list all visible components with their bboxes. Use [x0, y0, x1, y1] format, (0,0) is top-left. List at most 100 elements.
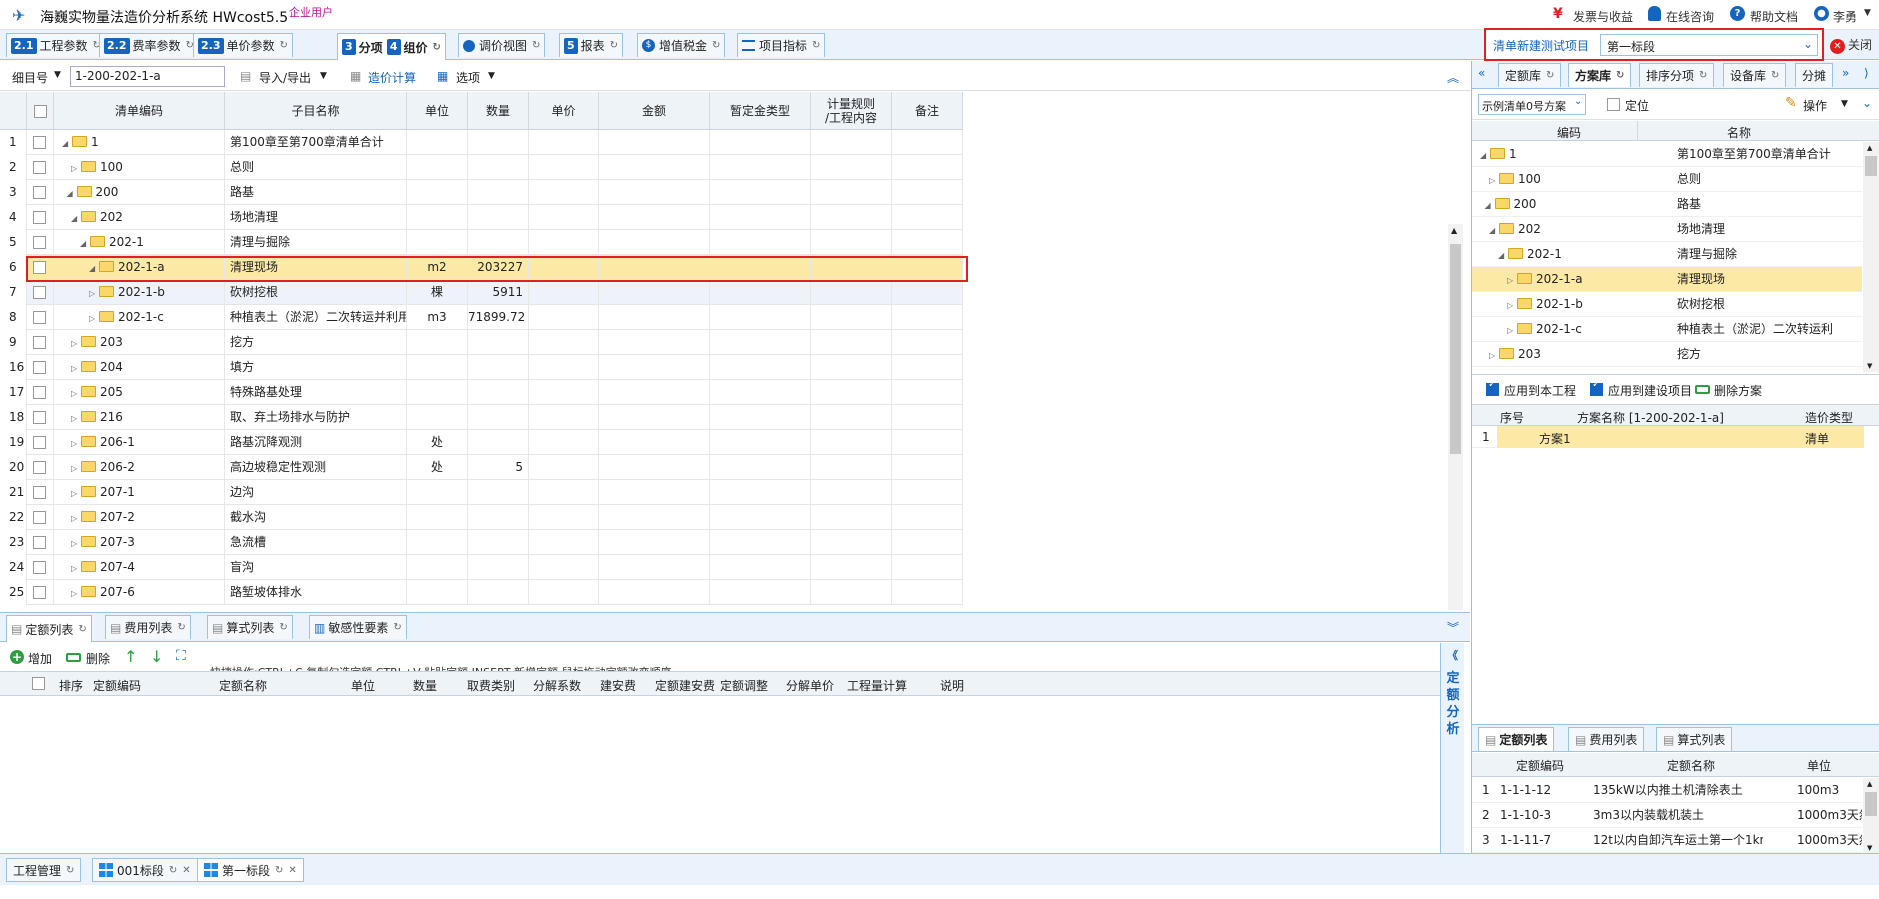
- qty-cell[interactable]: [468, 405, 529, 430]
- name-cell[interactable]: 截水沟: [225, 505, 407, 530]
- code-cell[interactable]: ▷ 204: [54, 355, 225, 380]
- row-checkbox[interactable]: [33, 286, 46, 299]
- empty-cell[interactable]: [811, 530, 892, 555]
- name-cell[interactable]: 场地清理: [225, 205, 407, 230]
- empty-cell[interactable]: [710, 530, 811, 555]
- empty-cell[interactable]: [710, 230, 811, 255]
- code-cell[interactable]: ▷ 207-2: [54, 505, 225, 530]
- expand-icon[interactable]: ⟩: [1864, 66, 1869, 80]
- tree-row[interactable]: ▷ 203 挖方: [1472, 342, 1862, 367]
- row-checkbox-cell[interactable]: [27, 430, 54, 455]
- collapsed-triangle-icon[interactable]: ▷: [71, 482, 81, 505]
- unit-cell[interactable]: [407, 380, 468, 405]
- qty-cell[interactable]: [468, 580, 529, 605]
- scroll-right-icon[interactable]: »: [1842, 66, 1849, 80]
- collapsed-triangle-icon[interactable]: ▷: [71, 157, 81, 180]
- empty-cell[interactable]: [892, 305, 963, 330]
- empty-cell[interactable]: [811, 230, 892, 255]
- tree-scrollbar[interactable]: ▲ ▼: [1863, 142, 1879, 372]
- empty-cell[interactable]: [529, 230, 599, 255]
- row-checkbox[interactable]: [33, 336, 46, 349]
- tree-row[interactable]: ▷ 100 总则: [1472, 167, 1862, 192]
- item-no-input[interactable]: 1-200-202-1-a: [70, 66, 225, 87]
- empty-cell[interactable]: [710, 480, 811, 505]
- empty-cell[interactable]: [599, 380, 710, 405]
- collapsed-triangle-icon[interactable]: ▷: [1507, 319, 1517, 341]
- name-cell[interactable]: 盲沟: [225, 555, 407, 580]
- name-cell[interactable]: 路基沉降观测: [225, 430, 407, 455]
- collapsed-triangle-icon[interactable]: ▷: [1489, 169, 1499, 191]
- apply-build-label[interactable]: 应用到建设项目: [1608, 382, 1692, 399]
- row-checkbox[interactable]: [33, 186, 46, 199]
- row-checkbox[interactable]: [33, 161, 46, 174]
- name-cell[interactable]: 挖方: [225, 330, 407, 355]
- name-cell[interactable]: 第100章至第700章清单合计: [225, 130, 407, 155]
- table-row[interactable]: 25 ▷ 207-6 路堑坡体排水: [0, 580, 963, 605]
- unit-cell[interactable]: m3: [407, 305, 468, 330]
- scrollbar-thumb[interactable]: [1865, 792, 1877, 816]
- delete-plan-button[interactable]: 删除方案: [1714, 382, 1762, 399]
- expand-left-icon[interactable]: 《: [1441, 647, 1464, 664]
- tab-fee-list[interactable]: ▤ 费用列表 ↻: [105, 615, 191, 639]
- empty-cell[interactable]: [811, 380, 892, 405]
- refresh-icon[interactable]: ↻: [610, 40, 618, 51]
- tab-plan-lib[interactable]: 方案库 ↻: [1568, 63, 1632, 87]
- unit-cell[interactable]: m2: [407, 255, 468, 280]
- row-checkbox-cell[interactable]: [27, 455, 54, 480]
- refresh-icon[interactable]: ↻: [433, 42, 441, 53]
- tab-allocation[interactable]: 分摊: [1795, 63, 1834, 87]
- tree-row[interactable]: ▷ 202-1-c 种植表土（淤泥）二次转运利: [1472, 317, 1862, 342]
- unit-cell[interactable]: 处: [407, 455, 468, 480]
- empty-cell[interactable]: [529, 130, 599, 155]
- name-cell[interactable]: 填方: [225, 355, 407, 380]
- empty-cell[interactable]: [892, 530, 963, 555]
- project-name[interactable]: 清单新建测试项目: [1493, 37, 1589, 54]
- row-checkbox-cell[interactable]: [27, 230, 54, 255]
- table-row[interactable]: 6 ◢ 202-1-a 清理现场 m2 203227: [0, 255, 963, 280]
- qty-cell[interactable]: [468, 480, 529, 505]
- qty-cell[interactable]: [468, 130, 529, 155]
- row-checkbox-cell[interactable]: [27, 580, 54, 605]
- user-menu-chevron-icon[interactable]: ▼: [1864, 8, 1871, 18]
- row-checkbox-cell[interactable]: [27, 380, 54, 405]
- tab-rate-params[interactable]: 2.2 费率参数 ↻: [99, 33, 199, 57]
- empty-cell[interactable]: [710, 355, 811, 380]
- collapsed-triangle-icon[interactable]: ▷: [71, 332, 81, 355]
- empty-cell[interactable]: [710, 380, 811, 405]
- empty-cell[interactable]: [529, 455, 599, 480]
- collapse-up-icon[interactable]: ︽: [1447, 69, 1459, 86]
- refresh-icon[interactable]: ↻: [1699, 70, 1707, 81]
- refresh-icon[interactable]: ↻: [812, 40, 820, 51]
- code-cell[interactable]: ◢ 202-1-a: [54, 255, 225, 280]
- plan-row[interactable]: 1 方案1 清单: [1472, 426, 1864, 448]
- qty-cell[interactable]: [468, 355, 529, 380]
- empty-cell[interactable]: [710, 205, 811, 230]
- refresh-icon[interactable]: ↻: [279, 622, 287, 633]
- expanded-triangle-icon[interactable]: ◢: [1498, 244, 1508, 266]
- quota-select-all-checkbox[interactable]: [32, 677, 45, 690]
- empty-cell[interactable]: [710, 505, 811, 530]
- chevron-down-icon[interactable]: ▼: [1841, 99, 1848, 109]
- empty-cell[interactable]: [892, 355, 963, 380]
- empty-cell[interactable]: [811, 555, 892, 580]
- name-cell[interactable]: 砍树挖根: [225, 280, 407, 305]
- tab-quota-lib[interactable]: 定额库 ↻: [1498, 63, 1562, 87]
- empty-cell[interactable]: [710, 430, 811, 455]
- tab-sort-items[interactable]: 排序分项 ↻: [1639, 63, 1715, 87]
- row-checkbox[interactable]: [33, 536, 46, 549]
- collapsed-triangle-icon[interactable]: ▷: [71, 382, 81, 405]
- row-checkbox[interactable]: [33, 386, 46, 399]
- empty-cell[interactable]: [710, 130, 811, 155]
- user-name[interactable]: 李勇: [1833, 8, 1857, 25]
- empty-cell[interactable]: [892, 330, 963, 355]
- expanded-triangle-icon[interactable]: ◢: [80, 232, 90, 255]
- empty-cell[interactable]: [811, 155, 892, 180]
- tab-vat[interactable]: $ 增值税金 ↻: [637, 33, 726, 57]
- empty-cell[interactable]: [710, 180, 811, 205]
- tree-row[interactable]: ◢ 202-1 清理与掘除: [1472, 242, 1862, 267]
- row-checkbox-cell[interactable]: [27, 505, 54, 530]
- row-checkbox[interactable]: [33, 411, 46, 424]
- quota-scrollbar[interactable]: ▲ ▼: [1863, 778, 1879, 854]
- name-cell[interactable]: 种植表土（淤泥）二次转运并利用: [225, 305, 407, 330]
- expanded-triangle-icon[interactable]: ◢: [1480, 144, 1490, 166]
